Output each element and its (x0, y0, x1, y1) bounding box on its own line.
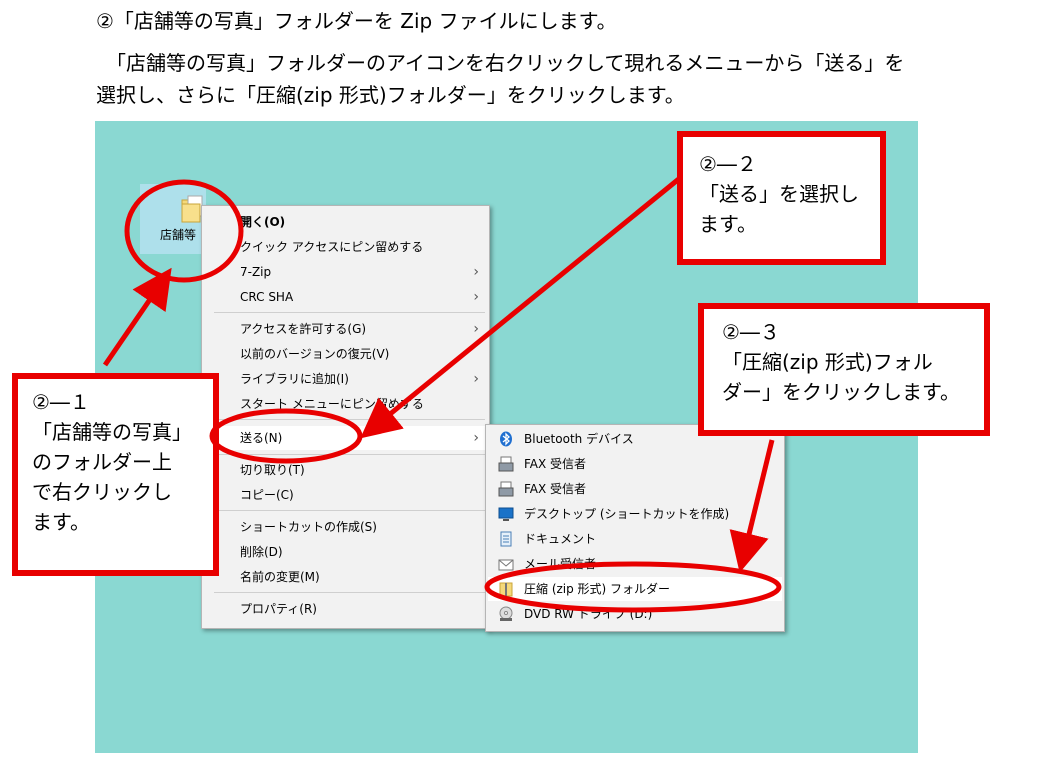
submenu-item-zip-folder[interactable]: 圧縮 (zip 形式) フォルダー (524, 581, 670, 597)
folder-label[interactable]: 店舗等 (160, 226, 196, 243)
submenu-item-mail[interactable]: メール受信者 (524, 556, 596, 572)
callout-3-line: ②―３ (722, 320, 780, 344)
callout-1-line: のフォルダー上 (32, 450, 172, 474)
menu-item-copy[interactable]: コピー(C) (240, 487, 294, 503)
callout-2-line: ます。 (699, 212, 757, 236)
menu-item-pin-quick-access[interactable]: クイック アクセスにピン留めする (240, 239, 423, 255)
instruction-line-3: 選択し、さらに「圧縮(zip 形式)フォルダー」をクリックします。 (96, 83, 685, 107)
mail-icon (498, 559, 514, 571)
menu-item-properties[interactable]: プロパティ(R) (240, 601, 317, 617)
context-menu: 開く(O) クイック アクセスにピン留めする 7-Zip › CRC SHA ›… (201, 205, 490, 629)
menu-item-open[interactable]: 開く(O) (240, 214, 285, 230)
callout-3-line: 「圧縮(zip 形式)フォル (722, 350, 933, 374)
fax-icon (498, 456, 514, 472)
instruction-heading: ②「店舗等の写真」フォルダーを Zip ファイルにします。 (96, 9, 617, 33)
submenu-arrow-icon: › (473, 430, 479, 446)
submenu-arrow-icon: › (473, 264, 479, 280)
menu-item-create-shortcut[interactable]: ショートカットの作成(S) (240, 519, 377, 535)
send-to-submenu: Bluetooth デバイス FAX 受信者 FAX 受信者 デスクトップ (シ… (485, 424, 785, 632)
callout-step-1: ②―１ 「店舗等の写真」 のフォルダー上 で右クリックし ます。 (12, 373, 219, 576)
callout-2-line: 「送る」を選択し (699, 182, 859, 206)
submenu-item-documents[interactable]: ドキュメント (524, 531, 596, 547)
desktop-icon (498, 507, 514, 521)
document-icon (500, 531, 512, 547)
callout-3-line: ダー」をクリックします。 (722, 380, 960, 404)
menu-item-restore-versions[interactable]: 以前のバージョンの復元(V) (240, 346, 389, 362)
menu-separator (214, 454, 485, 455)
menu-item-pin-start[interactable]: スタート メニューにピン留めする (240, 396, 424, 412)
menu-item-give-access[interactable]: アクセスを許可する(G) (240, 321, 366, 337)
menu-item-cut[interactable]: 切り取り(T) (240, 462, 305, 478)
submenu-arrow-icon: › (473, 289, 479, 305)
menu-item-rename[interactable]: 名前の変更(M) (240, 569, 320, 585)
callout-1-line: で右クリックし (32, 480, 172, 504)
submenu-arrow-icon: › (473, 371, 479, 387)
menu-separator (214, 312, 485, 313)
callout-step-2: ②―２ 「送る」を選択し ます。 (677, 131, 886, 265)
menu-item-delete[interactable]: 削除(D) (240, 544, 283, 560)
dvd-drive-icon (499, 606, 513, 621)
menu-item-7zip[interactable]: 7-Zip (240, 264, 271, 280)
menu-item-crc-sha[interactable]: CRC SHA (240, 289, 293, 305)
submenu-item-desktop[interactable]: デスクトップ (ショートカットを作成) (524, 506, 729, 522)
menu-separator (214, 592, 485, 593)
callout-2-line: ②―２ (699, 152, 757, 176)
menu-item-include-library[interactable]: ライブラリに追加(I) (240, 371, 349, 387)
menu-separator (214, 419, 485, 420)
callout-1-line: 「店舗等の写真」 (32, 420, 192, 444)
submenu-item-fax-2[interactable]: FAX 受信者 (524, 481, 586, 497)
submenu-item-dvd-drive[interactable]: DVD RW ドライブ (D:) (524, 606, 652, 622)
fax-icon (498, 481, 514, 497)
zip-folder-icon (499, 582, 513, 597)
menu-item-send-to[interactable]: 送る(N) (240, 430, 282, 446)
menu-separator (214, 510, 485, 511)
submenu-item-bluetooth[interactable]: Bluetooth デバイス (524, 431, 634, 447)
instruction-line-2: 「店舗等の写真」フォルダーのアイコンを右クリックして現れるメニューから「送る」を (96, 51, 905, 75)
callout-1-line: ます。 (32, 510, 90, 534)
callout-1-line: ②―１ (32, 390, 90, 414)
submenu-arrow-icon: › (473, 321, 479, 337)
bluetooth-icon (500, 431, 512, 447)
submenu-item-fax-1[interactable]: FAX 受信者 (524, 456, 586, 472)
callout-step-3: ②―３ 「圧縮(zip 形式)フォル ダー」をクリックします。 (698, 303, 990, 436)
